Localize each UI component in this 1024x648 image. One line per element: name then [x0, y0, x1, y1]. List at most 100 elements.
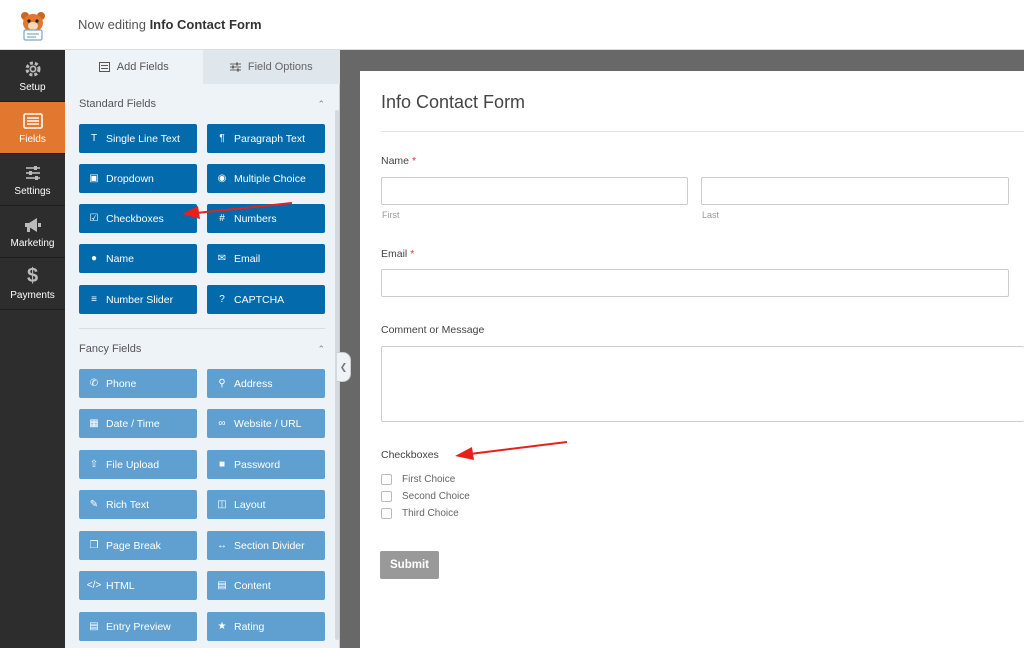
name-field-label[interactable]: Name *: [381, 155, 416, 167]
required-asterisk: *: [412, 155, 417, 167]
field-button-paragraph-text[interactable]: ¶ Paragraph Text: [207, 124, 325, 153]
nav-payments[interactable]: $ Payments: [0, 258, 65, 310]
chevron-up-icon: ⌃: [317, 98, 325, 109]
field-button-password[interactable]: ■ Password: [207, 450, 325, 479]
checkbox[interactable]: [381, 474, 392, 485]
field-button-section-divider[interactable]: ↔ Section Divider: [207, 531, 325, 560]
first-name-input[interactable]: [381, 177, 688, 205]
paragraph-icon: ¶: [219, 133, 225, 144]
email-input[interactable]: [381, 269, 1009, 297]
field-button-website-url[interactable]: ∞ Website / URL: [207, 409, 325, 438]
hash-icon: #: [219, 213, 225, 224]
panel-tabs: Add Fields Field Options: [65, 50, 340, 84]
name-label-text: Name: [381, 155, 410, 167]
field-button-entry-preview[interactable]: ▤ Entry Preview: [79, 612, 197, 641]
chevron-left-icon: ❮: [339, 361, 348, 372]
field-button-label: File Upload: [106, 458, 160, 471]
field-button-label: Email: [234, 252, 261, 265]
choice-item[interactable]: Second Choice: [381, 490, 470, 503]
field-button-file-upload[interactable]: ⇧ File Upload: [79, 450, 197, 479]
field-button-label: Page Break: [106, 539, 161, 552]
field-button-label: Section Divider: [234, 539, 305, 552]
checkbox[interactable]: [381, 491, 392, 502]
field-button-layout[interactable]: ◫ Layout: [207, 490, 325, 519]
divider-icon: ↔: [217, 540, 227, 551]
tab-field-options[interactable]: Field Options: [202, 50, 340, 84]
choice-item[interactable]: First Choice: [381, 473, 455, 486]
field-button-dropdown[interactable]: ▣ Dropdown: [79, 164, 197, 193]
comment-textarea[interactable]: [381, 346, 1024, 422]
nav-setup[interactable]: Setup: [0, 50, 65, 102]
nav-settings[interactable]: Settings: [0, 154, 65, 206]
field-button-label: Rating: [234, 620, 265, 633]
editing-form-name: Info Contact Form: [149, 17, 262, 32]
sliders-icon: [24, 163, 42, 183]
field-button-label: Content: [234, 579, 271, 592]
nav-settings-label: Settings: [14, 185, 51, 197]
field-button-numbers[interactable]: # Numbers: [207, 204, 325, 233]
comment-field-label[interactable]: Comment or Message: [381, 324, 484, 336]
calendar-icon: ▦: [89, 418, 99, 429]
field-button-label: Dropdown: [106, 172, 154, 185]
checkbox[interactable]: [381, 508, 392, 519]
field-button-label: Password: [234, 458, 281, 471]
field-button-number-slider[interactable]: ≡ Number Slider: [79, 285, 197, 314]
field-button-email[interactable]: ✉ Email: [207, 244, 325, 273]
nav-fields[interactable]: Fields: [0, 102, 65, 154]
gear-icon: [24, 59, 42, 79]
edit-icon: ✎: [89, 499, 99, 510]
field-button-label: Website / URL: [234, 417, 302, 430]
choice-item[interactable]: Third Choice: [381, 507, 459, 520]
field-button-captcha[interactable]: ? CAPTCHA: [207, 285, 325, 314]
tab-field-options-label: Field Options: [247, 61, 313, 73]
top-bar: Now editing Info Contact Form: [0, 0, 1024, 50]
copy-icon: ❐: [89, 540, 99, 551]
radio-icon: ◉: [217, 173, 227, 184]
left-nav: Setup Fields Settings Marketing $ Paymen…: [0, 50, 65, 648]
field-button-content[interactable]: ▤ Content: [207, 571, 325, 600]
field-button-checkboxes[interactable]: ☑ Checkboxes: [79, 204, 197, 233]
field-button-rich-text[interactable]: ✎ Rich Text: [79, 490, 197, 519]
field-button-label: Date / Time: [106, 417, 160, 430]
email-field-label[interactable]: Email *: [381, 248, 414, 260]
editing-title: Now editing Info Contact Form: [78, 17, 262, 32]
field-button-label: Phone: [106, 377, 137, 390]
standard-fields-header[interactable]: Standard Fields ⌃: [79, 96, 325, 112]
field-button-date-time[interactable]: ▦ Date / Time: [79, 409, 197, 438]
field-button-label: Layout: [234, 498, 266, 511]
field-button-label: Paragraph Text: [234, 132, 306, 145]
field-button-single-line-text[interactable]: T Single Line Text: [79, 124, 197, 153]
fancy-fields-header[interactable]: Fancy Fields ⌃: [79, 341, 325, 357]
field-button-page-break[interactable]: ❐ Page Break: [79, 531, 197, 560]
fields-icon: [22, 111, 43, 131]
field-button-label: Numbers: [234, 212, 277, 225]
field-button-address[interactable]: ⚲ Address: [207, 369, 325, 398]
submit-button[interactable]: Submit: [380, 551, 439, 579]
field-button-html[interactable]: </> HTML: [79, 571, 197, 600]
first-sublabel: First: [382, 210, 400, 220]
text-icon: T: [90, 133, 98, 144]
lock-icon: ■: [218, 459, 226, 470]
email-label-text: Email: [381, 248, 408, 260]
user-icon: ●: [90, 253, 98, 264]
field-button-rating[interactable]: ★ Rating: [207, 612, 325, 641]
wpforms-logo[interactable]: [0, 0, 65, 50]
envelope-icon: ✉: [217, 253, 227, 264]
tab-add-fields[interactable]: Add Fields: [65, 50, 203, 84]
field-button-label: Entry Preview: [106, 620, 171, 633]
chevron-up-icon: ⌃: [317, 343, 325, 354]
collapse-panel-toggle[interactable]: ❮: [337, 352, 351, 382]
field-button-label: Multiple Choice: [234, 172, 306, 185]
checkboxes-field-label[interactable]: Checkboxes: [381, 449, 439, 461]
nav-marketing[interactable]: Marketing: [0, 206, 65, 258]
code-icon: </>: [86, 580, 102, 591]
field-button-label: Single Line Text: [106, 132, 180, 145]
section-divider: [79, 328, 325, 329]
field-button-multiple-choice[interactable]: ◉ Multiple Choice: [207, 164, 325, 193]
slider-icon: ≡: [91, 294, 97, 305]
link-icon: ∞: [218, 418, 226, 429]
last-name-input[interactable]: [701, 177, 1009, 205]
tab-add-fields-label: Add Fields: [116, 61, 169, 73]
field-button-phone[interactable]: ✆ Phone: [79, 369, 197, 398]
field-button-name[interactable]: ● Name: [79, 244, 197, 273]
